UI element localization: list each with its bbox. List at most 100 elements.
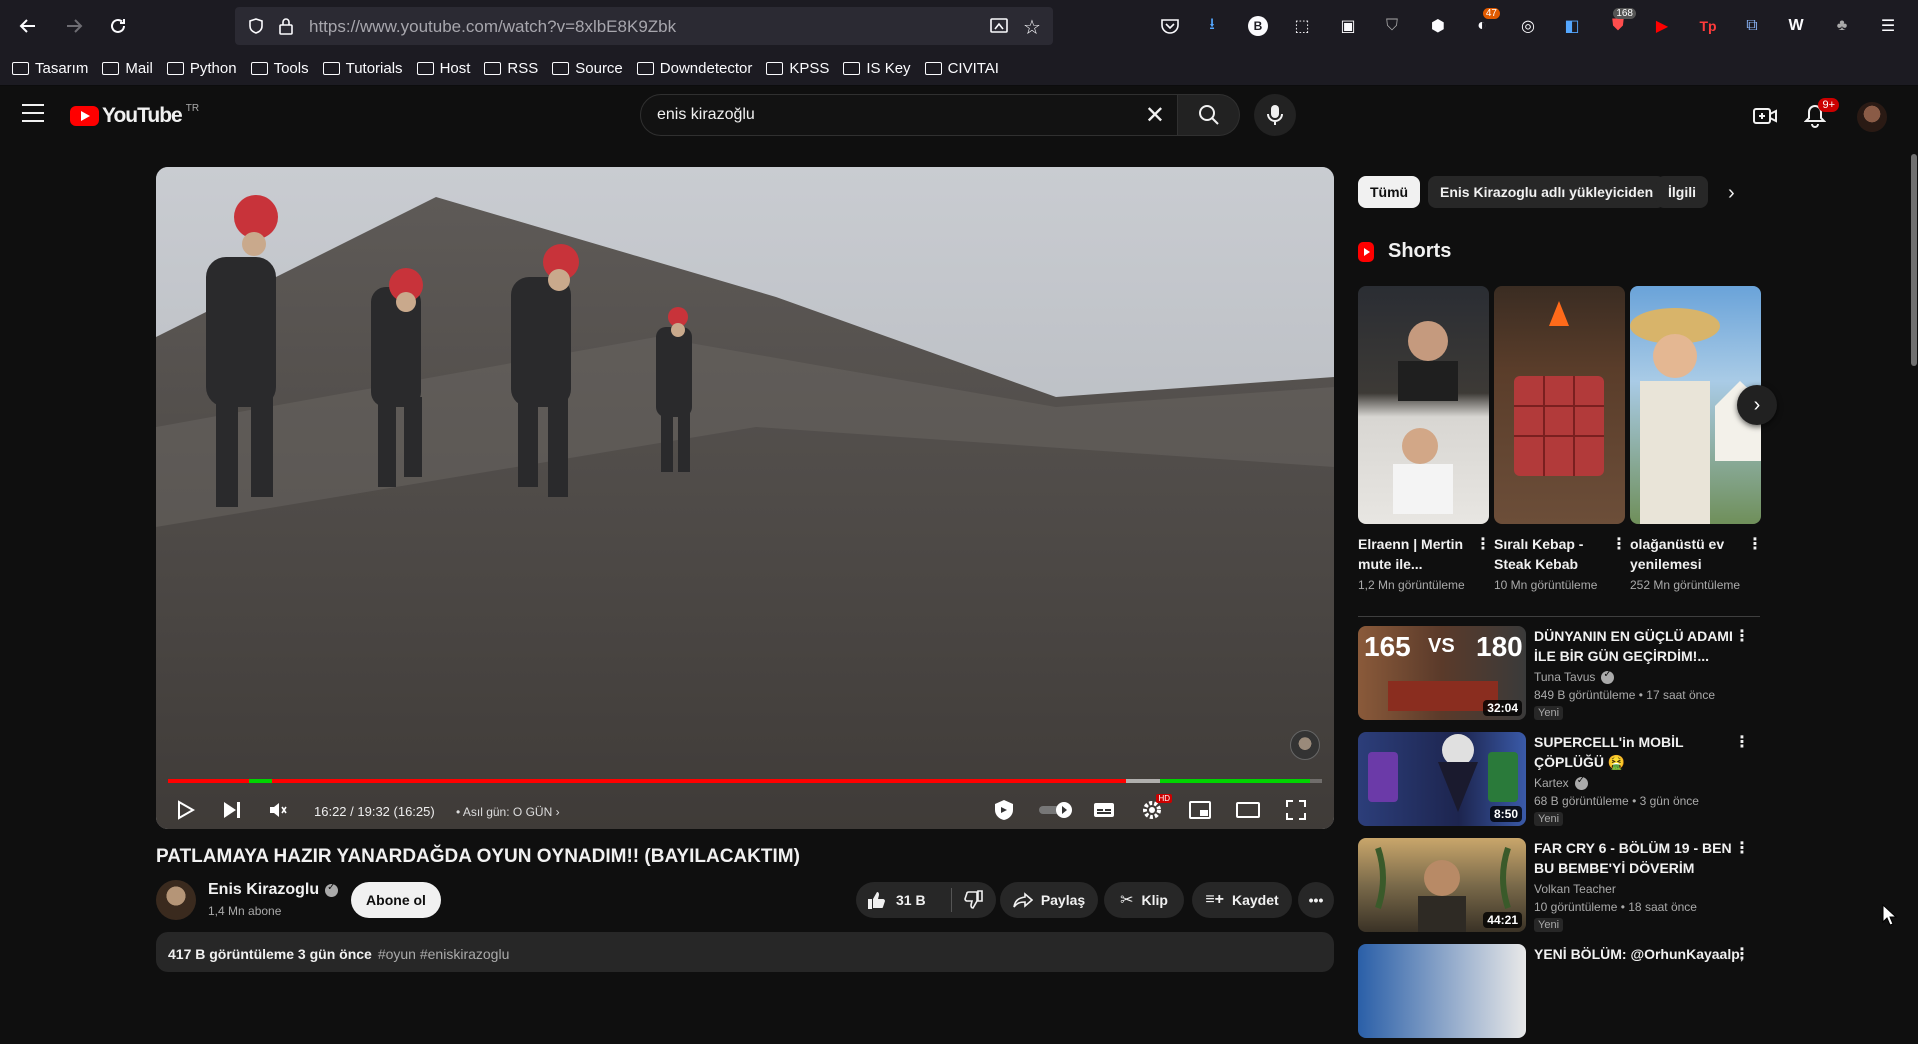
video-menu-icon[interactable]: ⋮ <box>1734 944 1750 964</box>
youtube-logo[interactable]: YouTube TR <box>70 103 199 128</box>
blue-square-extension-icon[interactable]: ◧ <box>1560 14 1584 38</box>
video-title[interactable]: YENİ BÖLÜM: @OrhunKayaalp, <box>1534 944 1744 964</box>
bookmark-folder[interactable]: KPSS <box>766 60 829 77</box>
play-button[interactable] <box>172 796 200 824</box>
short-card[interactable]: olağanüstü ev yenilemesi 252 Mn görüntül… <box>1630 286 1763 592</box>
save-button[interactable]: ≡+ Kaydet <box>1192 882 1292 918</box>
video-thumbnail[interactable] <box>1358 944 1526 1038</box>
theater-mode-button[interactable] <box>1234 796 1262 824</box>
short-title[interactable]: Elraenn | Mertin mute ile... <box>1358 534 1468 574</box>
short-card[interactable]: Sıralı Kebap - Steak Kebab 10 Mn görüntü… <box>1494 286 1627 592</box>
video-title[interactable]: DÜNYANIN EN GÜÇLÜ ADAMI İLE BİR GÜN GEÇİ… <box>1534 626 1744 666</box>
bookmark-folder[interactable]: Tools <box>250 60 309 77</box>
menu-icon[interactable]: ☰ <box>1876 14 1900 38</box>
pocket-icon[interactable] <box>1158 14 1182 38</box>
bookmark-folder[interactable]: RSS <box>484 60 538 77</box>
fullscreen-button[interactable] <box>1282 796 1310 824</box>
next-button[interactable] <box>218 796 246 824</box>
recommended-video[interactable]: 8:50 SUPERCELL'in MOBİL ÇÖPLÜĞÜ 🤮 Kartex… <box>1358 732 1768 832</box>
description-tags[interactable]: #oyun #eniskirazoglu <box>378 946 510 962</box>
more-actions-button[interactable]: ••• <box>1298 882 1334 918</box>
shield-extension-icon[interactable]: ⛉ <box>1380 14 1404 38</box>
short-menu-icon[interactable]: ⋮ <box>1475 534 1491 554</box>
short-card[interactable]: Elraenn | Mertin mute ile... 1,2 Mn görü… <box>1358 286 1491 592</box>
video-title[interactable]: SUPERCELL'in MOBİL ÇÖPLÜĞÜ 🤮 <box>1534 732 1744 772</box>
chip-all[interactable]: Tümü <box>1358 176 1421 208</box>
bookmark-folder[interactable]: Tasarım <box>12 60 88 77</box>
progress-bar[interactable] <box>168 779 1322 783</box>
bookmark-star-icon[interactable]: ☆ <box>1023 15 1041 40</box>
notifications-bell-icon[interactable]: 9+ <box>1801 98 1839 130</box>
channel-name[interactable]: Tuna Tavus <box>1534 669 1615 684</box>
account-avatar[interactable] <box>1857 102 1887 132</box>
channel-name[interactable]: Volkan Teacher <box>1534 882 1616 896</box>
autoplay-toggle[interactable] <box>1036 796 1078 824</box>
bookmark-folder[interactable]: Source <box>552 60 623 77</box>
bookmark-folder[interactable]: CIVITAI <box>924 60 999 77</box>
subtitles-button[interactable] <box>1090 796 1118 824</box>
counter-extension-icon[interactable]: ◐ 47 <box>1470 8 1500 38</box>
wm-extension-icon[interactable]: W <box>1784 14 1808 38</box>
reload-icon[interactable] <box>104 12 132 40</box>
ublock-icon[interactable]: ⛊ 168 <box>1606 8 1636 38</box>
short-thumbnail[interactable] <box>1494 286 1625 524</box>
download-icon[interactable]: ⭳ <box>1200 14 1224 38</box>
clear-search-icon[interactable]: ✕ <box>1145 101 1165 130</box>
back-arrow-icon[interactable] <box>14 12 42 40</box>
video-thumbnail[interactable]: 44:21 <box>1358 838 1526 932</box>
glasses-extension-icon[interactable]: ◎ <box>1516 14 1540 38</box>
bookmark-folder[interactable]: Mail <box>102 60 153 77</box>
channel-watermark[interactable] <box>1290 730 1320 760</box>
reader-mode-icon[interactable] <box>989 17 1009 40</box>
lock-icon[interactable] <box>277 16 295 41</box>
voice-search-button[interactable] <box>1254 94 1296 136</box>
youtube-extension-icon[interactable]: ▶ <box>1650 14 1674 38</box>
clip-button[interactable]: ✂ Klip <box>1104 882 1184 918</box>
miniplayer-button[interactable] <box>1186 796 1214 824</box>
dislike-button[interactable] <box>952 890 996 910</box>
description-box[interactable]: 417 B görüntüleme 3 gün önce #oyun #enisk… <box>156 932 1334 972</box>
share-button[interactable]: Paylaş <box>1000 882 1098 918</box>
settings-button[interactable]: HD <box>1138 794 1172 824</box>
create-video-icon[interactable] <box>1751 102 1779 130</box>
chips-next-chevron-icon[interactable]: › <box>1728 182 1735 205</box>
bookmark-folder[interactable]: IS Key <box>843 60 911 77</box>
short-menu-icon[interactable]: ⋮ <box>1747 534 1763 554</box>
cube-extension-icon[interactable]: ⬢ <box>1426 14 1450 38</box>
guide-menu-icon[interactable] <box>22 104 44 122</box>
chapter-title[interactable]: • Asıl gün: O GÜN › <box>456 805 560 819</box>
chip-related[interactable]: İlgili <box>1656 176 1708 208</box>
mute-button[interactable] <box>264 796 292 824</box>
channel-avatar[interactable] <box>156 880 196 920</box>
b-extension-icon[interactable]: B <box>1246 14 1270 38</box>
search-button[interactable] <box>1178 94 1240 136</box>
incognito-extension-icon[interactable]: ♣ <box>1830 14 1854 38</box>
chip-from-uploader[interactable]: Enis Kirazoglu adlı yükleyiciden <box>1428 176 1666 208</box>
short-menu-icon[interactable]: ⋮ <box>1611 534 1627 554</box>
short-title[interactable]: olağanüstü ev yenilemesi <box>1630 534 1740 574</box>
like-button[interactable]: 31 B <box>856 888 952 912</box>
page-scrollbar[interactable] <box>1910 146 1918 962</box>
subscribe-button[interactable]: Abone ol <box>351 882 441 918</box>
bookmark-folder[interactable]: Downdetector <box>636 60 752 77</box>
short-thumbnail[interactable] <box>1358 286 1489 524</box>
shorts-next-button[interactable]: › <box>1737 385 1777 425</box>
bookmark-folder[interactable]: Tutorials <box>322 60 403 77</box>
recommended-video[interactable]: 165 180 VS 32:04 DÜNYANIN EN GÜÇLÜ ADAMI İ… <box>1358 626 1768 726</box>
scrollbar-thumb[interactable] <box>1911 154 1917 366</box>
video-thumbnail[interactable]: 165 180 VS 32:04 <box>1358 626 1526 720</box>
video-thumbnail[interactable]: 8:50 <box>1358 732 1526 826</box>
video-menu-icon[interactable]: ⋮ <box>1734 626 1750 646</box>
url-bar[interactable]: https://www.youtube.com/watch?v=8xlbE8K9… <box>235 7 1053 45</box>
video-menu-icon[interactable]: ⋮ <box>1734 838 1750 858</box>
video-player[interactable]: 16:22 / 19:32 (16:25) • Asıl gün: O GÜN … <box>156 167 1334 829</box>
video-title[interactable]: FAR CRY 6 - BÖLÜM 19 - BEN BU BEMBE'Yİ D… <box>1534 838 1744 878</box>
channel-name[interactable]: Kartex <box>1534 775 1588 790</box>
channel-name[interactable]: Enis Kirazoglu <box>208 881 339 899</box>
video-menu-icon[interactable]: ⋮ <box>1734 732 1750 752</box>
bookmark-folder[interactable]: Python <box>166 60 237 77</box>
extensions-puzzle-icon[interactable]: ⬚ <box>1290 14 1314 38</box>
sponsorblock-button[interactable] <box>990 796 1018 824</box>
tp-extension-icon[interactable]: Tp <box>1696 14 1720 38</box>
short-title[interactable]: Sıralı Kebap - Steak Kebab <box>1494 534 1604 574</box>
